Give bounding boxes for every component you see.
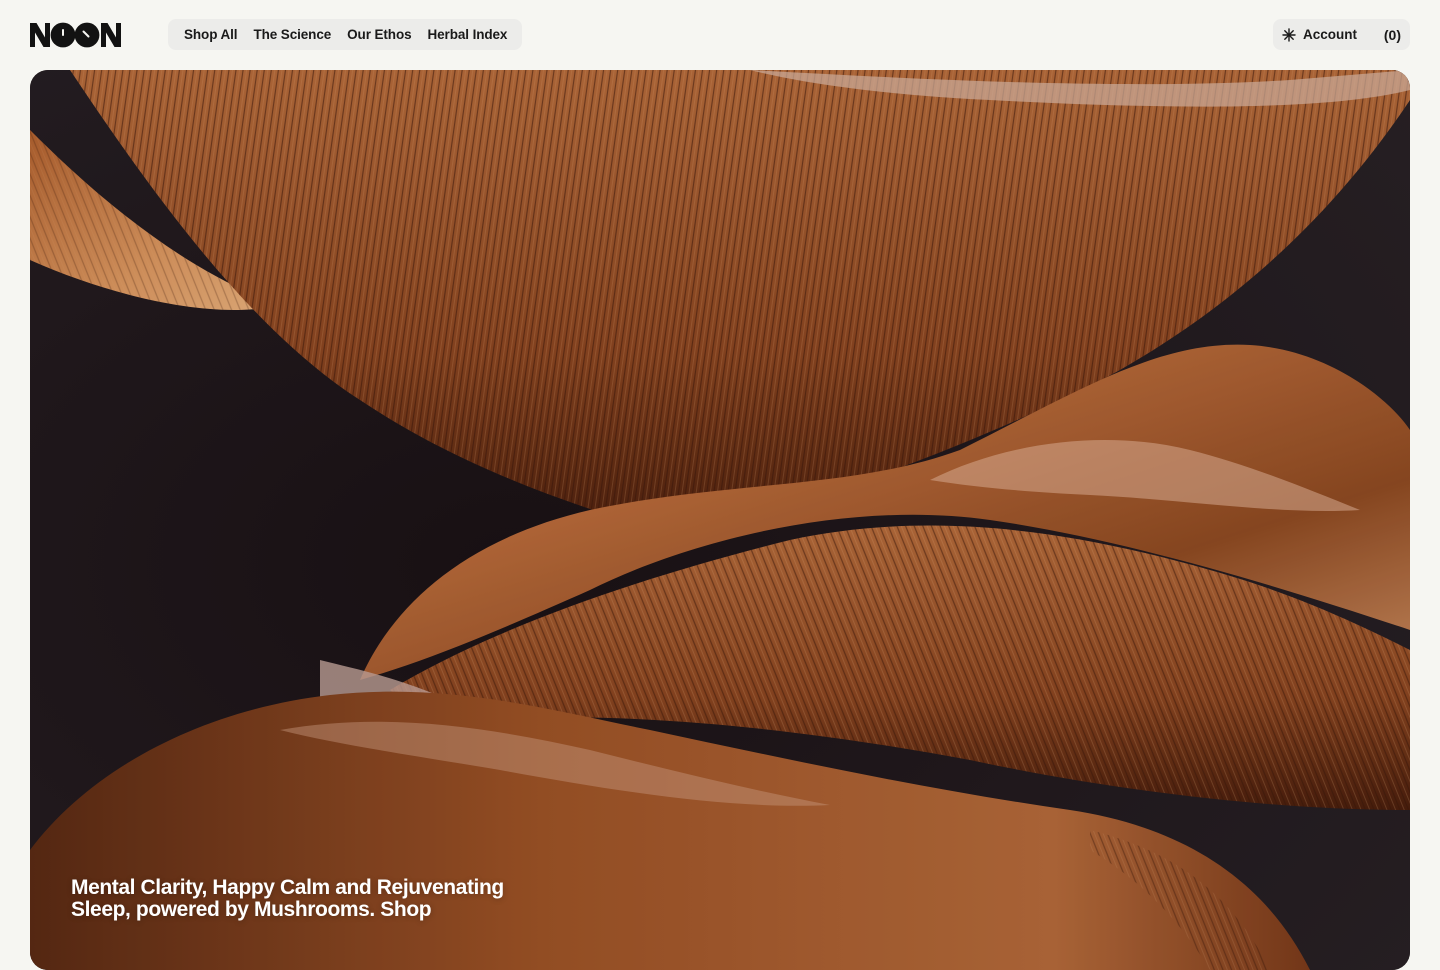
account-cart-pill: Account (0): [1273, 19, 1410, 50]
nav-item-herbal-index[interactable]: Herbal Index: [428, 27, 508, 42]
nav-item-shop-all[interactable]: Shop All: [184, 27, 238, 42]
nav-item-our-ethos[interactable]: Our Ethos: [347, 27, 411, 42]
nav-item-the-science[interactable]: The Science: [253, 27, 331, 42]
site-header: Shop All The Science Our Ethos Herbal In…: [0, 0, 1440, 70]
hero-caption: Mental Clarity, Happy Calm and Rejuvenat…: [71, 876, 504, 921]
mushroom-hero-image: [30, 70, 1410, 970]
hero-banner: Mental Clarity, Happy Calm and Rejuvenat…: [30, 70, 1410, 970]
account-button[interactable]: Account: [1282, 27, 1357, 42]
account-label: Account: [1303, 27, 1357, 42]
cart-count-button[interactable]: (0): [1384, 27, 1401, 43]
noon-logo[interactable]: [30, 22, 122, 48]
asterisk-spark-icon: [1282, 27, 1296, 42]
main-nav: Shop All The Science Our Ethos Herbal In…: [168, 19, 523, 50]
